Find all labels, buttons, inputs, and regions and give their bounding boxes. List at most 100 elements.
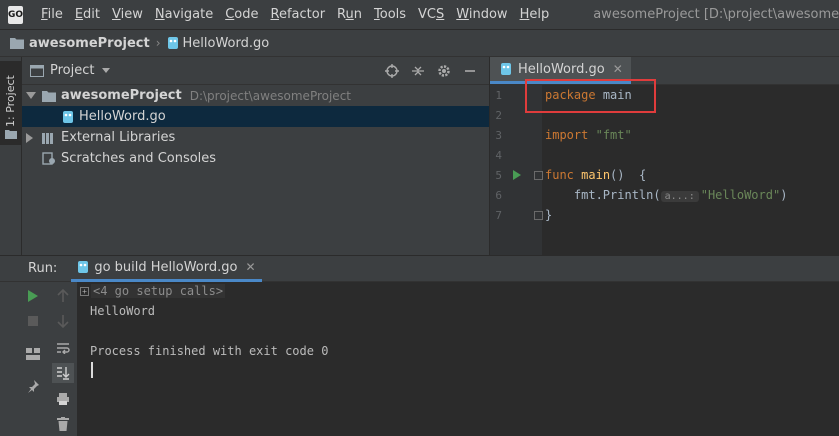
code-line: 2 xyxy=(490,105,839,125)
menu-file[interactable]: File xyxy=(35,0,69,30)
run-tool-window-header: Run: go build HelloWord.go ✕ xyxy=(0,255,839,282)
line-number: 3 xyxy=(495,128,502,142)
project-panel-header: Project xyxy=(22,57,489,85)
go-file-icon xyxy=(78,261,89,273)
arrow-down-icon xyxy=(57,315,69,328)
stop-icon xyxy=(28,316,38,326)
print-button[interactable] xyxy=(52,389,74,409)
down-arrow-button[interactable] xyxy=(52,311,74,331)
close-icon[interactable]: ✕ xyxy=(613,62,623,76)
editor-tab-helloword[interactable]: HelloWord.go ✕ xyxy=(490,57,631,84)
line-number: 4 xyxy=(495,148,502,162)
console-setup-calls[interactable]: + <4 go setup calls> xyxy=(80,284,226,298)
run-toolbar-column-2 xyxy=(52,282,78,436)
minimize-icon[interactable] xyxy=(457,59,483,83)
clear-all-button[interactable] xyxy=(52,414,74,434)
layout-button[interactable] xyxy=(22,344,44,364)
menu-code[interactable]: Code xyxy=(219,0,264,30)
breadcrumb-file[interactable]: HelloWord.go xyxy=(183,36,270,51)
breadcrumb-separator-icon: › xyxy=(155,36,161,50)
close-icon[interactable]: ✕ xyxy=(245,260,255,274)
text-caret xyxy=(91,362,93,378)
code-line: 7 } xyxy=(490,205,839,225)
code-token: } xyxy=(545,208,553,222)
expand-arrow-icon[interactable] xyxy=(26,92,36,99)
breadcrumb-project[interactable]: awesomeProject xyxy=(29,36,150,51)
folder-icon xyxy=(5,130,17,139)
code-area[interactable]: 1 package main 2 3 import "fmt" 4 5 func… xyxy=(490,85,839,255)
soft-wrap-button[interactable] xyxy=(52,338,74,358)
library-icon xyxy=(42,132,53,144)
menu-navigate[interactable]: Navigate xyxy=(149,0,219,30)
project-tool-window: Project awesomeProject D:\project\awesom… xyxy=(22,57,490,255)
project-panel-toolbar xyxy=(379,59,483,83)
breadcrumb: awesomeProject › HelloWord.go xyxy=(0,30,839,57)
menu-bar: GO File Edit View Navigate Code Refactor… xyxy=(0,0,839,30)
run-gutter-icon[interactable] xyxy=(513,170,521,180)
run-label: Run: xyxy=(28,261,58,276)
goland-app-icon: GO xyxy=(8,5,24,24)
pin-icon xyxy=(28,380,39,393)
editor-tab-label: HelloWord.go xyxy=(518,61,605,77)
tree-root-path: D:\project\awesomeProject xyxy=(189,88,351,103)
tree-item-file[interactable]: HelloWord.go xyxy=(22,106,489,127)
menu-edit[interactable]: Edit xyxy=(69,0,106,30)
line-number: 1 xyxy=(495,88,502,102)
project-stripe-label: 1: Project xyxy=(4,75,17,127)
scroll-to-end-icon xyxy=(57,367,70,380)
run-tab[interactable]: go build HelloWord.go ✕ xyxy=(71,256,262,282)
tree-item-scratches[interactable]: Scratches and Consoles xyxy=(22,148,489,169)
go-file-icon xyxy=(63,110,73,123)
tree-item-external-libraries[interactable]: External Libraries xyxy=(22,127,489,148)
code-token: import xyxy=(545,128,589,142)
code-token: () { xyxy=(610,168,647,182)
line-number: 7 xyxy=(495,208,502,222)
expand-plus-icon[interactable]: + xyxy=(80,287,89,296)
locate-icon[interactable] xyxy=(379,59,405,83)
menu-refactor[interactable]: Refactor xyxy=(265,0,332,30)
code-line: 4 xyxy=(490,145,839,165)
layout-icon xyxy=(26,348,40,360)
menu-help[interactable]: Help xyxy=(514,0,556,30)
trash-icon xyxy=(57,417,69,431)
fold-marker-icon[interactable] xyxy=(534,211,543,220)
menu-window[interactable]: Window xyxy=(450,0,513,30)
menu-view[interactable]: View xyxy=(106,0,149,30)
console-output[interactable]: + <4 go setup calls> HelloWord Process fi… xyxy=(78,282,839,436)
folder-icon xyxy=(42,90,56,102)
line-number: 6 xyxy=(495,188,502,202)
up-arrow-button[interactable] xyxy=(52,286,74,306)
tree-item-root[interactable]: awesomeProject D:\project\awesomeProject xyxy=(22,85,489,106)
soft-wrap-icon xyxy=(57,343,70,354)
menu-vcs[interactable]: VCS xyxy=(412,0,450,30)
scroll-to-end-button[interactable] xyxy=(52,363,74,383)
console-exit-line: Process finished with exit code 0 xyxy=(90,344,329,358)
go-file-icon xyxy=(167,37,178,49)
collapse-arrow-icon[interactable] xyxy=(26,132,33,143)
project-panel-title[interactable]: Project xyxy=(50,63,94,78)
collapse-all-icon[interactable] xyxy=(405,59,431,83)
menu-tools[interactable]: Tools xyxy=(368,0,412,30)
editor-tabs: HelloWord.go ✕ xyxy=(490,57,839,85)
folder-icon xyxy=(10,38,24,49)
line-number: 2 xyxy=(495,108,502,122)
go-file-icon xyxy=(501,63,511,75)
stop-button[interactable] xyxy=(22,311,44,331)
code-token: package xyxy=(545,88,596,102)
menu-run[interactable]: Run xyxy=(331,0,368,30)
tree-scratches-label: Scratches and Consoles xyxy=(61,151,217,166)
tree-root-label: awesomeProject xyxy=(61,88,182,103)
chevron-down-icon[interactable] xyxy=(102,68,111,73)
rerun-button[interactable] xyxy=(22,286,44,306)
code-line: 3 import "fmt" xyxy=(490,125,839,145)
code-token: fmt.Println( xyxy=(573,188,661,202)
gear-icon[interactable] xyxy=(431,59,457,83)
arrow-up-icon xyxy=(57,289,69,302)
editor: HelloWord.go ✕ 1 package main 2 3 import… xyxy=(490,57,839,255)
pin-button[interactable] xyxy=(22,376,44,396)
code-line: 5 func main() { xyxy=(490,165,839,185)
code-line: 6 fmt.Println(a...: "HelloWord") xyxy=(490,185,839,205)
code-line: 1 package main xyxy=(490,85,839,105)
scratches-icon xyxy=(42,152,55,165)
fold-marker-icon[interactable] xyxy=(534,171,543,180)
